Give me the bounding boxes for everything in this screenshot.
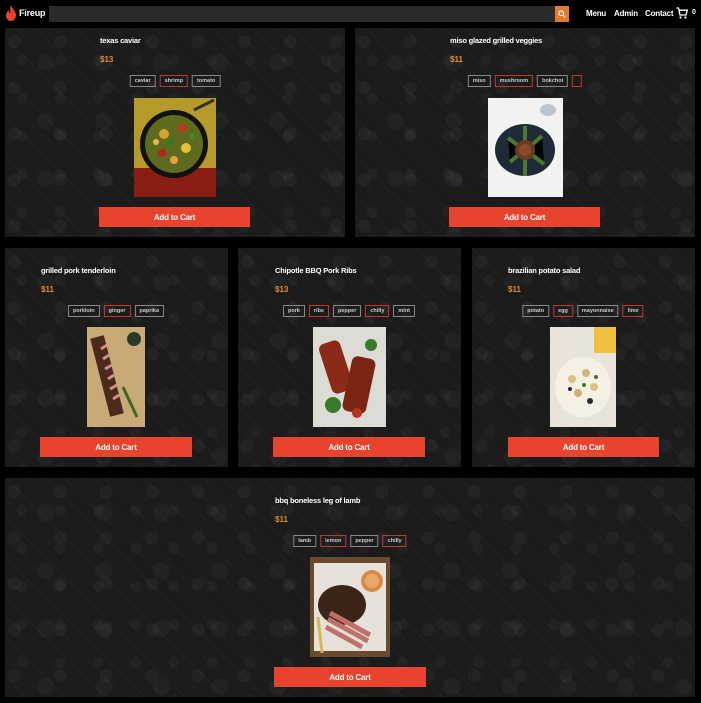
nav-admin-link[interactable]: Admin	[614, 9, 638, 18]
cart-icon[interactable]	[676, 7, 688, 19]
tag-list: caviar shrimp tomato	[129, 75, 221, 87]
tag[interactable]: pork	[282, 305, 305, 317]
product-title: miso glazed grilled veggies	[450, 36, 543, 45]
tag[interactable]: chilly	[365, 305, 390, 317]
nav-menu-link[interactable]: Menu	[586, 9, 606, 18]
product-image[interactable]	[488, 98, 563, 197]
search-input[interactable]	[49, 6, 555, 22]
product-card: grilled pork tenderloin $11 porkloin gin…	[5, 248, 228, 467]
tag[interactable]: potato	[522, 305, 550, 317]
product-card: bbq boneless leg of lamb $11 lamb lemon …	[5, 478, 695, 697]
logo[interactable]: Fireup	[5, 3, 46, 23]
tag[interactable]: pepper	[332, 305, 362, 317]
tag[interactable]: ribs	[308, 305, 329, 317]
tag[interactable]: caviar	[129, 75, 156, 87]
tag[interactable]: pepper	[350, 535, 379, 547]
tag[interactable]	[572, 75, 583, 87]
product-price: $11	[508, 285, 521, 294]
add-to-cart-button[interactable]: Add to Cart	[273, 437, 425, 457]
product-title: grilled pork tenderloin	[41, 266, 116, 275]
tag[interactable]: paprika	[134, 305, 165, 317]
add-to-cart-button[interactable]: Add to Cart	[99, 207, 250, 227]
tag-list: miso mushroom bokchoi	[467, 75, 583, 87]
product-price: $13	[100, 55, 114, 64]
tag-list: porkloin ginger paprika	[67, 305, 165, 317]
nav-contact-link[interactable]: Contact	[645, 9, 674, 18]
add-to-cart-button[interactable]: Add to Cart	[40, 437, 192, 457]
product-title: bbq boneless leg of lamb	[275, 496, 361, 505]
add-to-cart-button[interactable]: Add to Cart	[449, 207, 600, 227]
logo-text: Fireup	[19, 8, 46, 18]
tag-list: potato egg mayonnaise lime	[522, 305, 644, 317]
top-nav-bar: Fireup Menu Admin Contact 0	[0, 0, 701, 28]
tag[interactable]: tomato	[191, 75, 221, 87]
product-title: Chipotle BBQ Pork Ribs	[275, 266, 357, 275]
product-price: $11	[41, 285, 54, 294]
search-icon	[558, 10, 566, 18]
tag-list: lamb lemon pepper chilly	[293, 535, 407, 547]
tag[interactable]: chilly	[382, 535, 407, 547]
add-to-cart-button[interactable]: Add to Cart	[274, 667, 426, 687]
product-image[interactable]	[134, 98, 216, 197]
tag[interactable]: mayonnaise	[576, 305, 619, 317]
product-card: texas caviar $13 caviar shrimp tomato Ad…	[5, 28, 345, 237]
search-button[interactable]	[555, 6, 569, 22]
product-title: brazilian potato salad	[508, 266, 581, 275]
tag[interactable]: shrimp	[159, 75, 188, 87]
tag[interactable]: lamb	[293, 535, 317, 547]
tag[interactable]: porkloin	[67, 305, 100, 317]
tag-list: pork ribs pepper chilly mint	[282, 305, 416, 317]
product-image[interactable]	[550, 327, 616, 427]
product-card: brazilian potato salad $11 potato egg ma…	[472, 248, 695, 467]
tag[interactable]: lime	[622, 305, 644, 317]
tag[interactable]: mint	[393, 305, 416, 317]
tag[interactable]: miso	[467, 75, 491, 87]
product-price: $11	[450, 55, 463, 64]
add-to-cart-button[interactable]: Add to Cart	[508, 437, 659, 457]
cart-count-badge: 0	[692, 9, 696, 16]
product-image[interactable]	[313, 327, 386, 427]
tag[interactable]: lemon	[320, 535, 347, 547]
tag[interactable]: mushroom	[494, 75, 534, 87]
product-image[interactable]	[87, 327, 145, 427]
product-title: texas caviar	[100, 36, 141, 45]
product-price: $13	[275, 285, 289, 294]
tag[interactable]: ginger	[103, 305, 131, 317]
product-card: Chipotle BBQ Pork Ribs $13 pork ribs pep…	[238, 248, 461, 467]
tag[interactable]: egg	[553, 305, 573, 317]
product-image[interactable]	[310, 557, 390, 657]
product-card: miso glazed grilled veggies $11 miso mus…	[355, 28, 695, 237]
product-price: $11	[275, 515, 288, 524]
tag[interactable]: bokchoi	[537, 75, 569, 87]
flame-icon	[6, 5, 16, 21]
